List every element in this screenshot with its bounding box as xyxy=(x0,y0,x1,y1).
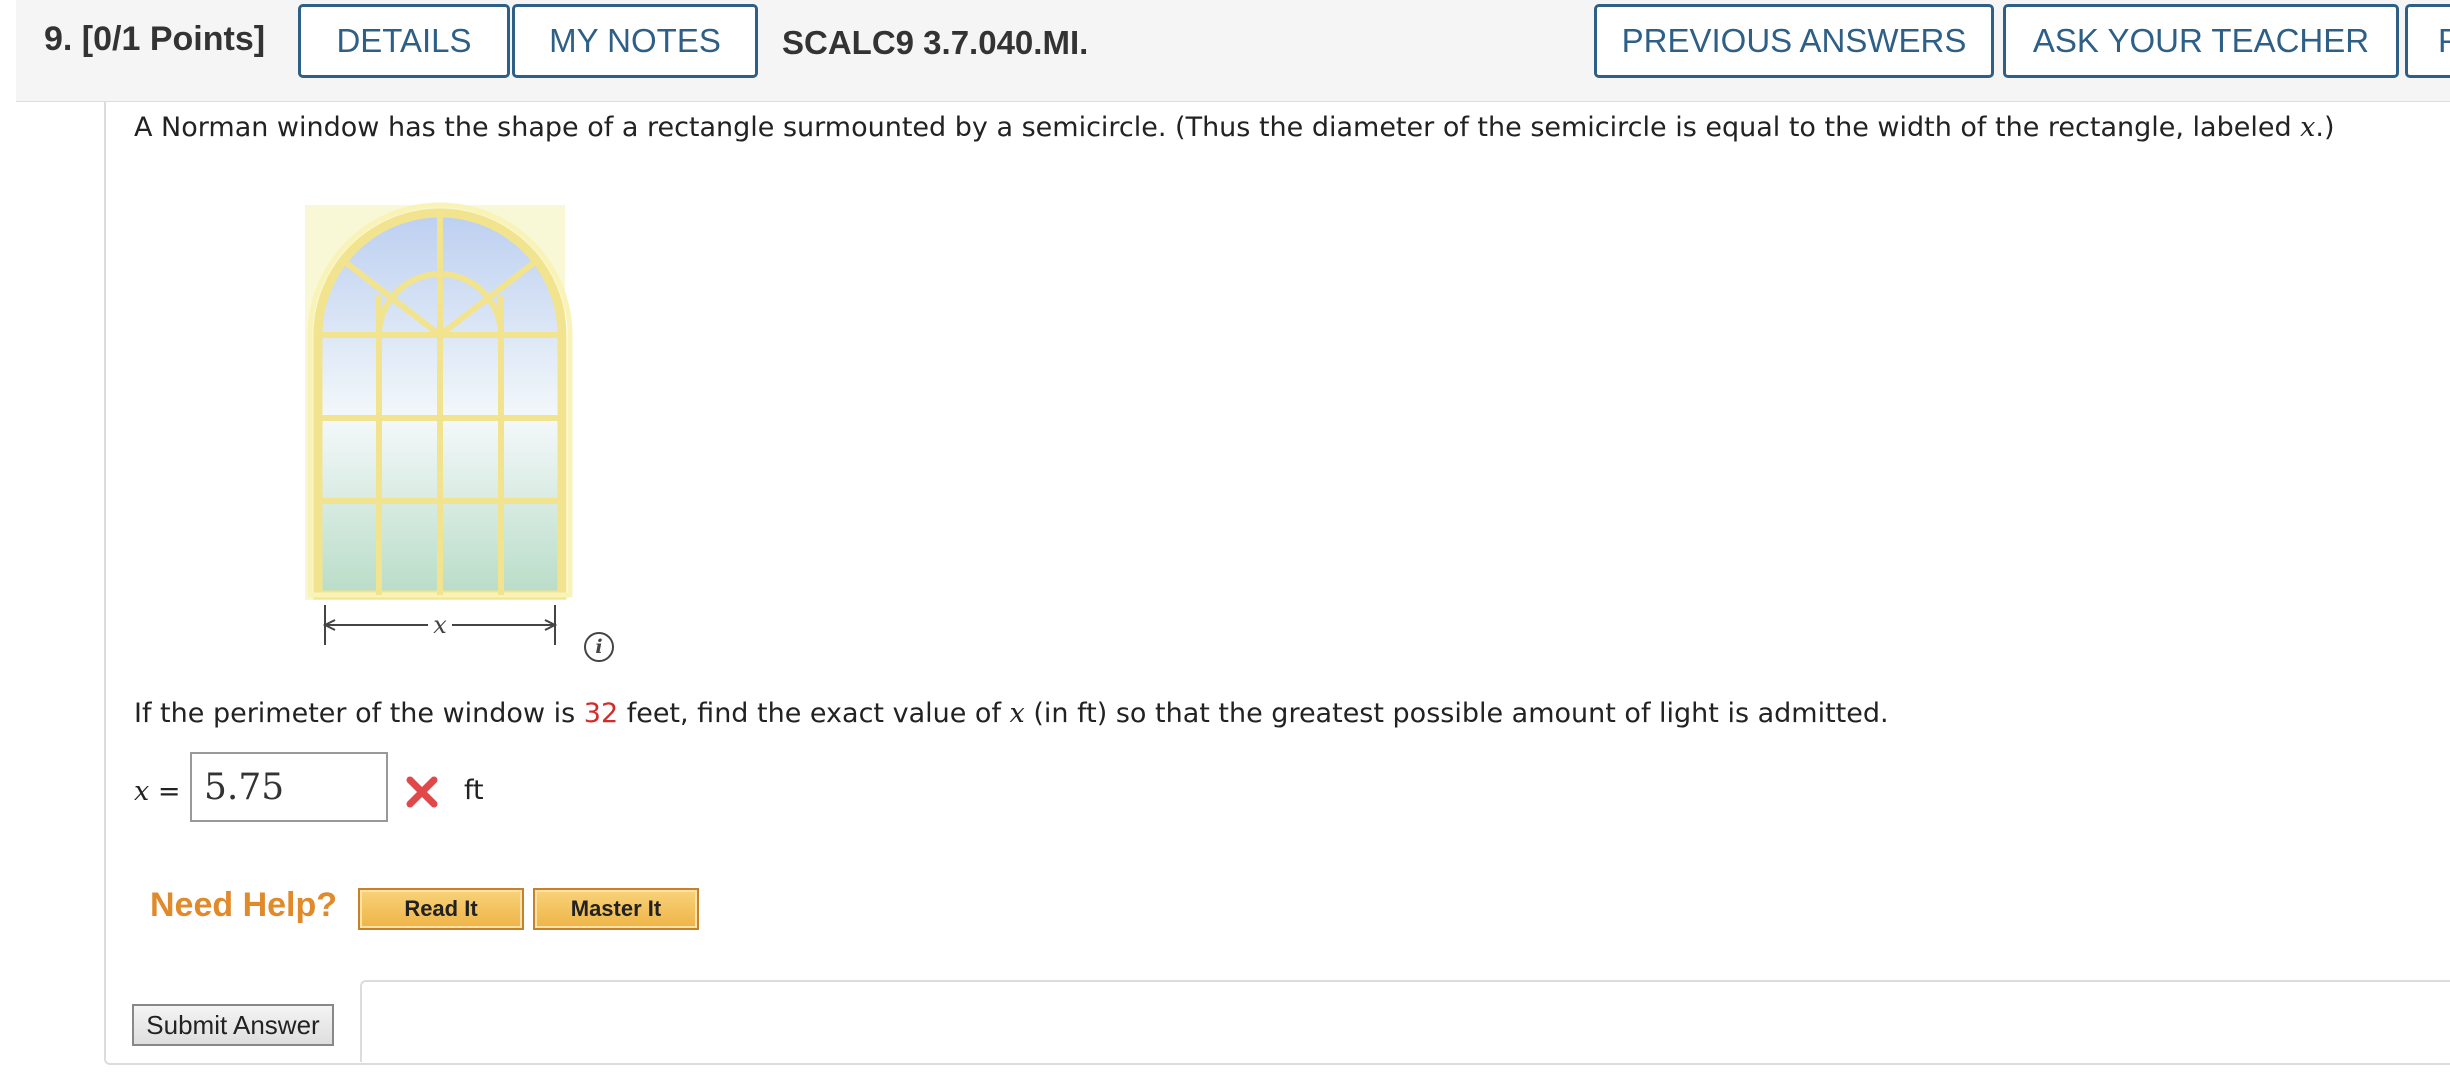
question-prompt-text: If the perimeter of the window is 32 fee… xyxy=(134,698,1889,729)
previous-answers-button[interactable]: PREVIOUS ANSWERS xyxy=(1594,4,1994,78)
figure-x-label: x xyxy=(433,611,447,639)
answer-var: x xyxy=(134,776,150,807)
answer-equals: = xyxy=(149,776,181,807)
question-code: SCALC9 3.7.040.MI. xyxy=(782,24,1089,61)
prompt-part-1: If the perimeter of the window is xyxy=(134,698,584,729)
question-intro-text: A Norman window has the shape of a recta… xyxy=(134,112,2335,143)
read-it-button[interactable]: Read It xyxy=(358,888,524,930)
master-it-button[interactable]: Master It xyxy=(533,888,699,930)
answer-unit: ft xyxy=(464,775,484,806)
ask-your-teacher-button[interactable]: ASK YOUR TEACHER xyxy=(2003,4,2399,78)
bottom-divider xyxy=(360,980,2450,1062)
submit-answer-button[interactable]: Submit Answer xyxy=(132,1004,334,1046)
intro-main: A Norman window has the shape of a recta… xyxy=(134,112,2301,143)
info-icon[interactable]: i xyxy=(584,632,614,662)
my-notes-button[interactable]: MY NOTES xyxy=(512,4,758,78)
incorrect-x-icon xyxy=(406,776,438,808)
details-button[interactable]: DETAILS xyxy=(298,4,510,78)
prompt-variable: x xyxy=(1009,698,1025,729)
intro-end: .) xyxy=(2315,112,2335,143)
answer-variable-label: x = xyxy=(134,776,180,807)
norman-window-figure: x xyxy=(305,202,573,645)
prompt-part-2: feet, find the exact value of xyxy=(618,698,1010,729)
prompt-part-3: (in ft) so that the greatest possible am… xyxy=(1024,698,1889,729)
answer-input[interactable] xyxy=(190,752,388,822)
intro-variable: x xyxy=(2300,112,2316,143)
need-help-label: Need Help? xyxy=(150,886,338,924)
perimeter-value: 32 xyxy=(583,698,619,729)
question-page: 9. [0/1 Points] DETAILS MY NOTES SCALC9 … xyxy=(0,0,2450,1082)
question-number-points: 9. [0/1 Points] xyxy=(44,20,266,58)
practice-another-button[interactable]: P xyxy=(2405,4,2450,78)
